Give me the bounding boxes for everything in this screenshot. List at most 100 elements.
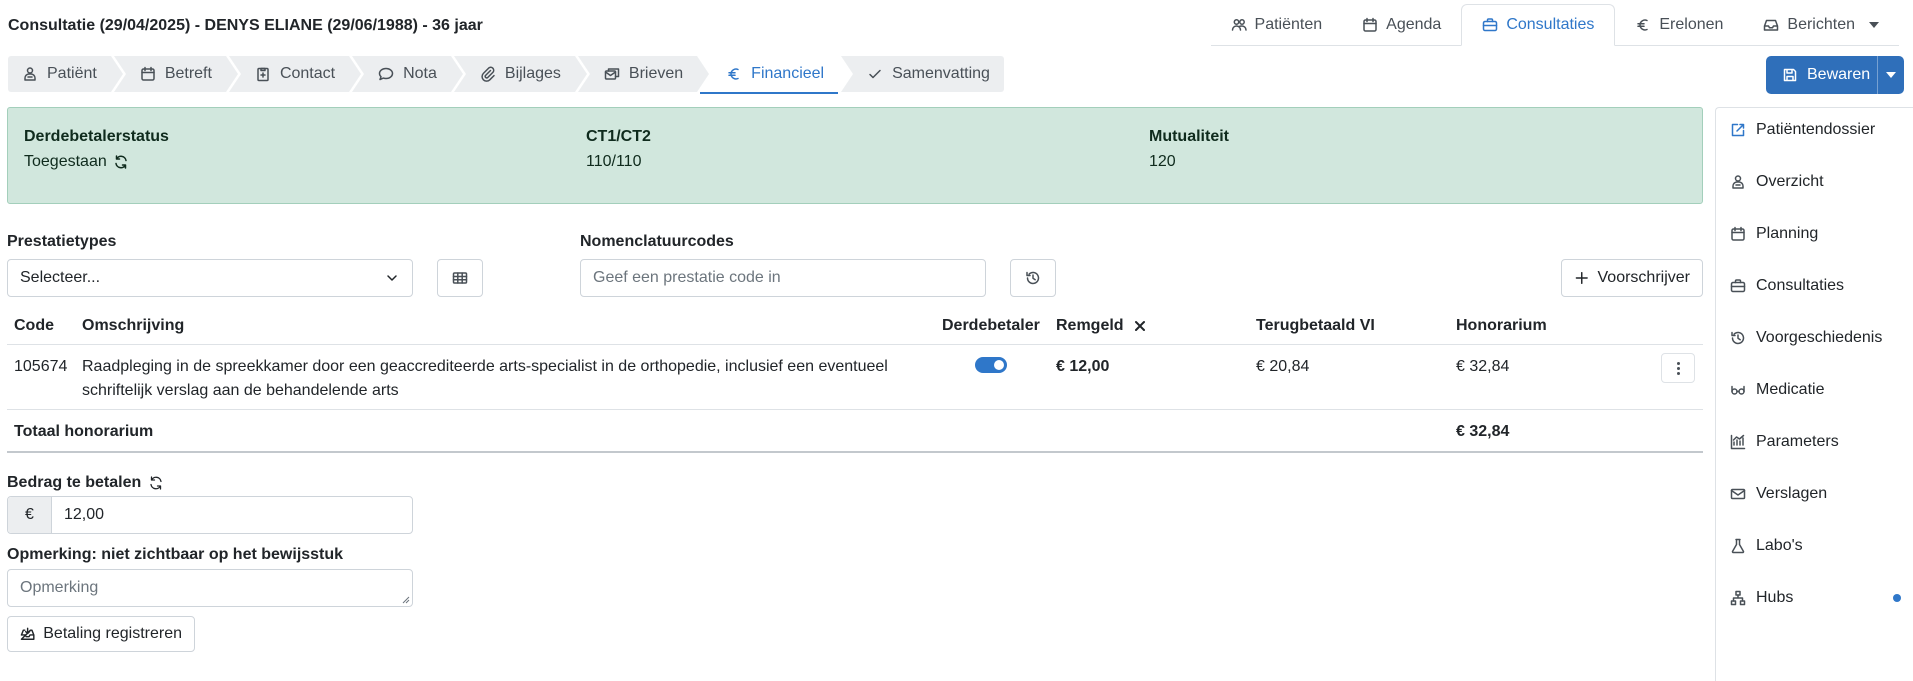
register-payment-button[interactable]: Betaling registreren bbox=[7, 616, 195, 652]
kebab-dot bbox=[1676, 371, 1680, 375]
external-edit-icon bbox=[1731, 123, 1745, 137]
step-label: Samenvatting bbox=[892, 65, 990, 82]
letters-icon bbox=[604, 68, 620, 80]
derdebetaler-toggle[interactable] bbox=[975, 357, 1007, 373]
status-label: Mutualiteit bbox=[1149, 128, 1229, 145]
row-honorarium: € 32,84 bbox=[1456, 358, 1510, 375]
close-icon[interactable] bbox=[1132, 318, 1148, 334]
active-tab-indicator bbox=[700, 92, 839, 94]
inbox-download-icon bbox=[20, 627, 35, 640]
euro-icon bbox=[728, 68, 739, 80]
nav-agenda[interactable]: Agenda bbox=[1342, 4, 1461, 45]
status-label: Derdebetalerstatus bbox=[24, 128, 169, 145]
ct-status: CT1/CT2 110/110 bbox=[586, 128, 651, 171]
total-divider bbox=[7, 451, 1703, 453]
save-label: Bewaren bbox=[1807, 66, 1871, 83]
sidebar-item-voorgeschiedenis[interactable]: Voorgeschiedenis bbox=[1730, 329, 1882, 347]
ct-value: 110/110 bbox=[586, 153, 642, 170]
save-button[interactable]: Bewaren bbox=[1766, 56, 1878, 94]
sidebar-item-consultaties[interactable]: Consultaties bbox=[1730, 277, 1844, 295]
chevron-down-icon bbox=[387, 275, 397, 281]
derdebetaler-status: Derdebetalerstatus Toegestaan bbox=[24, 128, 169, 171]
opmerking-textarea[interactable]: Opmerking bbox=[7, 569, 413, 607]
prestatietypes-label: Prestatietypes bbox=[7, 233, 117, 250]
plus-icon bbox=[1575, 271, 1588, 285]
inbox-icon bbox=[1764, 19, 1779, 31]
insurance-status-panel: Derdebetalerstatus Toegestaan CT1/CT2 11… bbox=[7, 107, 1703, 204]
sidebar-item-planning[interactable]: Planning bbox=[1730, 225, 1818, 243]
row-divider bbox=[7, 409, 1703, 410]
calendar-icon bbox=[1731, 226, 1745, 241]
sidebar-item-label: Patiëntendossier bbox=[1756, 121, 1876, 138]
table-view-button[interactable] bbox=[437, 259, 483, 297]
voorschrijver-button[interactable]: Voorschrijver bbox=[1561, 259, 1703, 297]
history-icon bbox=[1731, 331, 1745, 345]
row-code: 105674 bbox=[14, 358, 68, 375]
step-bijlages[interactable]: Bijlages bbox=[453, 56, 590, 92]
bedrag-label: Bedrag te betalen bbox=[7, 474, 142, 491]
col-remgeld-label: Remgeld bbox=[1056, 317, 1124, 334]
nav-erelonen[interactable]: Erelonen bbox=[1615, 4, 1743, 45]
save-dropdown-toggle[interactable] bbox=[1878, 72, 1904, 78]
step-financieel[interactable]: Financieel bbox=[700, 56, 854, 94]
step-label: Patiënt bbox=[47, 65, 97, 82]
sidebar-item-label: Labo's bbox=[1756, 537, 1803, 554]
nav-label: Erelonen bbox=[1659, 15, 1724, 33]
sidebar-item-label: Verslagen bbox=[1756, 485, 1828, 502]
refresh-icon[interactable] bbox=[148, 475, 164, 491]
nav-consultaties[interactable]: Consultaties bbox=[1461, 4, 1616, 46]
right-sidebar: Patiëntendossier Overzicht Planning Cons… bbox=[1715, 107, 1913, 681]
chevron-down-icon bbox=[1869, 21, 1879, 28]
sidebar-item-patientendossier[interactable]: Patiëntendossier bbox=[1730, 121, 1875, 139]
col-derdebetaler: Derdebetaler bbox=[942, 317, 1040, 334]
sidebar-item-hubs[interactable]: Hubs bbox=[1730, 589, 1793, 607]
row-actions-button[interactable] bbox=[1661, 353, 1695, 383]
step-label: Financieel bbox=[751, 65, 825, 82]
graph-icon bbox=[1730, 434, 1746, 450]
nav-label: Patiënten bbox=[1254, 15, 1323, 33]
paperclip-icon bbox=[481, 66, 495, 82]
step-label: Contact bbox=[279, 65, 336, 82]
row-omschrijving-line2: schriftelijk verslag aan de behandelende… bbox=[82, 382, 399, 399]
sidebar-item-label: Overzicht bbox=[1756, 173, 1824, 190]
step-samenvatting[interactable]: Samenvatting bbox=[841, 56, 1004, 92]
step-betreft[interactable]: Betreft bbox=[113, 56, 242, 92]
chevron-down-icon bbox=[1886, 72, 1896, 78]
button-label: Betaling registreren bbox=[43, 625, 182, 642]
opmerking-label: Opmerking: niet zichtbaar op het bewijss… bbox=[7, 546, 344, 563]
eyeglasses-icon bbox=[1731, 385, 1745, 395]
refresh-icon[interactable] bbox=[113, 154, 129, 170]
top-bar: Consultatie (29/04/2025) - DENYS ELIANE … bbox=[0, 0, 1913, 46]
kebab-dot bbox=[1676, 361, 1680, 365]
step-patient[interactable]: Patiënt bbox=[8, 56, 126, 92]
sidebar-item-labos[interactable]: Labo's bbox=[1730, 537, 1803, 555]
step-contact[interactable]: Contact bbox=[228, 56, 365, 92]
select-value: Selecteer... bbox=[20, 269, 101, 286]
nav-label: Consultaties bbox=[1506, 16, 1595, 33]
resize-handle-icon[interactable] bbox=[400, 594, 410, 604]
header-divider bbox=[7, 344, 1703, 345]
sidebar-item-medicatie[interactable]: Medicatie bbox=[1730, 381, 1824, 399]
step-label: Betreft bbox=[164, 65, 212, 82]
nomenclatuur-input[interactable]: Geef een prestatie code in bbox=[580, 259, 986, 297]
briefcase-icon bbox=[1730, 279, 1746, 293]
sidebar-item-parameters[interactable]: Parameters bbox=[1730, 433, 1839, 451]
diagram-icon bbox=[1730, 590, 1746, 606]
bedrag-label-wrap: Bedrag te betalen bbox=[7, 474, 164, 492]
bedrag-input[interactable]: 12,00 bbox=[52, 497, 412, 533]
step-label: Brieven bbox=[628, 65, 684, 82]
nav-patienten[interactable]: Patiënten bbox=[1211, 4, 1343, 45]
step-brieven[interactable]: Brieven bbox=[577, 56, 713, 92]
sidebar-item-overzicht[interactable]: Overzicht bbox=[1730, 173, 1824, 191]
briefcase-icon bbox=[1483, 18, 1498, 32]
euro-icon bbox=[1637, 18, 1649, 31]
sidebar-item-label: Hubs bbox=[1756, 589, 1794, 606]
button-label: Voorschrijver bbox=[1597, 269, 1690, 286]
floppy-disk-icon bbox=[1783, 68, 1797, 82]
chat-icon bbox=[378, 67, 394, 81]
history-button[interactable] bbox=[1010, 259, 1056, 297]
nav-berichten[interactable]: Berichten bbox=[1743, 4, 1899, 45]
prestatietypes-select[interactable]: Selecteer... bbox=[7, 259, 413, 297]
sidebar-item-verslagen[interactable]: Verslagen bbox=[1730, 485, 1827, 503]
step-nota[interactable]: Nota bbox=[352, 56, 466, 92]
